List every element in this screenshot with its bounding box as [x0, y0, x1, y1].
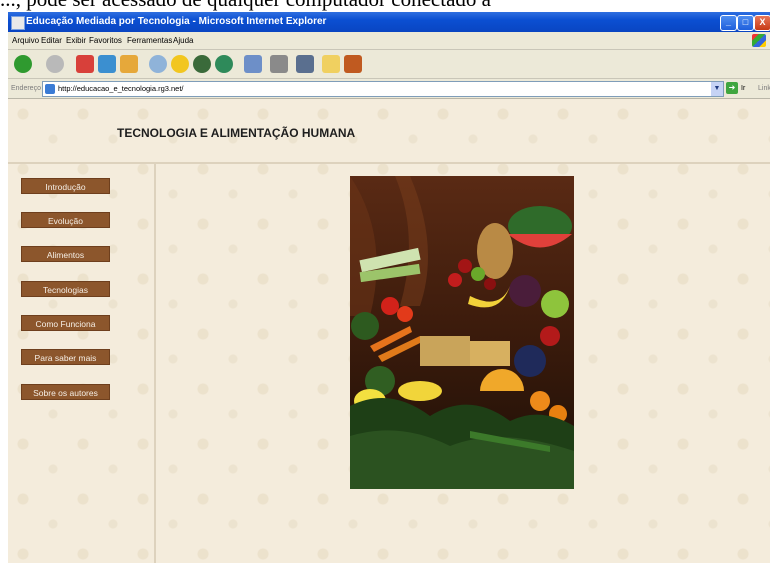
header-divider [8, 162, 770, 164]
menu-bar: Arquivo Editar Exibir Favoritos Ferramen… [8, 32, 770, 50]
nav-tecnologias-button[interactable]: Tecnologias [21, 281, 110, 297]
stop-icon[interactable] [76, 55, 94, 73]
window-title: Educação Mediada por Tecnologia - Micros… [26, 16, 327, 27]
favorites-icon[interactable] [171, 55, 189, 73]
menu-ajuda[interactable]: Ajuda [173, 32, 193, 49]
address-dropdown-icon[interactable]: ▼ [711, 82, 723, 96]
food-illustration [350, 176, 574, 489]
address-bar: Endereço http://educacao_e_tecnologia.rg… [8, 79, 770, 99]
menu-arquivo[interactable]: Arquivo [12, 32, 39, 49]
standard-toolbar [8, 50, 770, 79]
print-icon[interactable] [270, 55, 288, 73]
ie-app-icon [11, 16, 25, 30]
page-icon [45, 84, 55, 94]
windows-logo-icon [752, 34, 766, 47]
browser-window: Educação Mediada por Tecnologia - Micros… [8, 12, 770, 563]
home-icon[interactable] [120, 55, 138, 73]
address-input[interactable]: http://educacao_e_tecnologia.rg3.net/ ▼ [42, 81, 724, 97]
title-bar: Educação Mediada por Tecnologia - Micros… [8, 12, 770, 32]
nav-introducao-button[interactable]: Introdução [21, 178, 110, 194]
menu-exibir[interactable]: Exibir [66, 32, 86, 49]
nav-sobre-os-autores-button[interactable]: Sobre os autores [21, 384, 110, 400]
nav-alimentos-button[interactable]: Alimentos [21, 246, 110, 262]
menu-editar[interactable]: Editar [41, 32, 62, 49]
mail-icon[interactable] [244, 55, 262, 73]
address-label: Endereço [11, 85, 41, 92]
edit-icon[interactable] [296, 55, 314, 73]
sidebar-divider [154, 162, 156, 563]
close-button[interactable]: X [754, 15, 770, 31]
media-icon[interactable] [193, 55, 211, 73]
nav-como-funciona-button[interactable]: Como Funciona [21, 315, 110, 331]
nav-para-saber-mais-button[interactable]: Para saber mais [21, 349, 110, 365]
go-button[interactable]: Ir [741, 79, 745, 98]
forward-icon[interactable] [46, 55, 64, 73]
back-icon[interactable] [14, 55, 32, 73]
search-icon[interactable] [149, 55, 167, 73]
page-title: TECNOLOGIA E ALIMENTAÇÃO HUMANA [117, 126, 356, 140]
document-overlay-text: ..., pode ser acessado de qualquer compu… [0, 0, 770, 12]
discuss-icon[interactable] [322, 55, 340, 73]
messenger-icon[interactable] [344, 55, 362, 73]
maximize-button[interactable]: □ [737, 15, 754, 31]
menu-favoritos[interactable]: Favoritos [89, 32, 122, 49]
links-button[interactable]: Links [758, 79, 770, 98]
minimize-button[interactable]: _ [720, 15, 737, 31]
food-photo [350, 176, 574, 489]
page-content: TECNOLOGIA E ALIMENTAÇÃO HUMANA Introduç… [8, 99, 770, 563]
address-url[interactable]: http://educacao_e_tecnologia.rg3.net/ [58, 82, 184, 96]
go-arrow-icon[interactable]: ➜ [726, 82, 738, 94]
refresh-icon[interactable] [98, 55, 116, 73]
menu-ferramentas[interactable]: Ferramentas [127, 32, 172, 49]
nav-evolucao-button[interactable]: Evolução [21, 212, 110, 228]
history-icon[interactable] [215, 55, 233, 73]
